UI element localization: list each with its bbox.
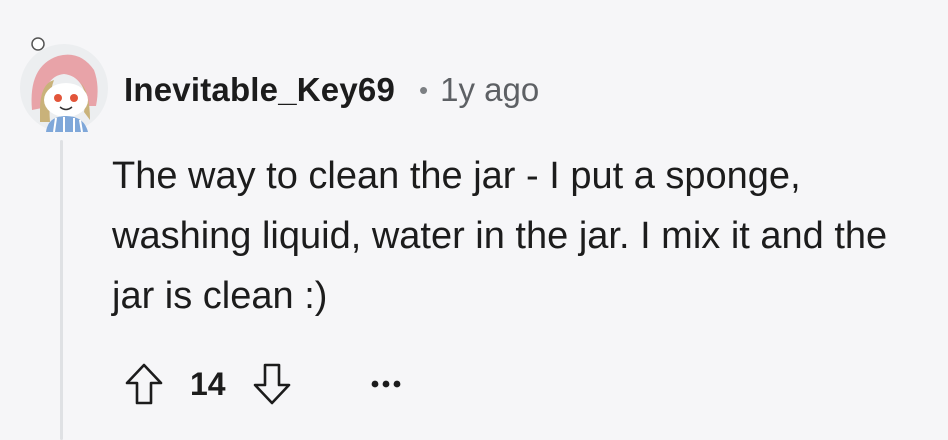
arrow-down-outline-icon [253, 363, 290, 405]
snoo-avatar-icon [20, 37, 108, 133]
comment-body: The way to clean the jar - I put a spong… [112, 155, 888, 317]
separator-dot: • [419, 74, 429, 105]
comment-card: Inevitable_Key69 • 1y ago The way to cle… [0, 0, 948, 440]
username-link[interactable]: Inevitable_Key69 [124, 71, 395, 109]
downvote-button[interactable] [248, 358, 296, 410]
avatar[interactable] [18, 36, 110, 134]
arrow-up-outline-icon [125, 363, 163, 405]
more-options-button[interactable] [362, 358, 410, 410]
comment-header: Inevitable_Key69 • 1y ago [124, 66, 539, 114]
comment-actions: 14 [120, 356, 410, 412]
vote-score: 14 [190, 365, 226, 402]
thread-line[interactable] [60, 140, 63, 440]
ellipsis-horizontal-icon [371, 380, 400, 388]
upvote-button[interactable] [120, 358, 168, 410]
timestamp[interactable]: 1y ago [440, 71, 539, 109]
